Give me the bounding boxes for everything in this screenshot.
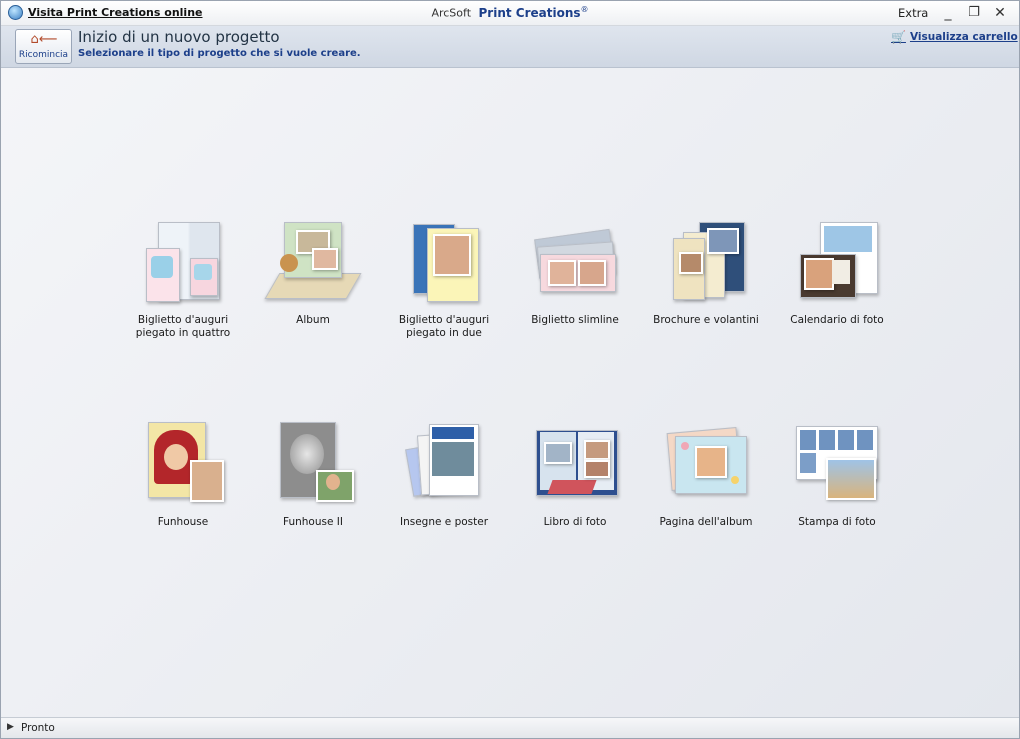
project-label-line1: Biglietto d'auguri xyxy=(137,314,229,326)
project-label-line1: Insegne e poster xyxy=(399,516,489,528)
project-label-line1: Stampa di foto xyxy=(798,516,876,528)
project-tile-funhouse-ii[interactable]: Funhouse II xyxy=(248,420,378,529)
project-label-line1: Libro di foto xyxy=(543,516,607,528)
brochure-icon xyxy=(661,218,751,308)
project-label-line1: Brochure e volantini xyxy=(653,314,759,326)
project-tile-funhouse[interactable]: Funhouse xyxy=(118,420,248,529)
close-button[interactable]: ✕ xyxy=(991,4,1009,22)
project-tile-photo-prints[interactable]: Stampa di foto xyxy=(772,420,902,529)
status-text: Pronto xyxy=(21,722,55,734)
project-tile-brochure[interactable]: Brochure e volantini xyxy=(641,218,771,327)
app-name: Print Creations xyxy=(478,5,581,20)
photo-book-icon xyxy=(530,420,620,510)
half-fold-card-icon xyxy=(399,218,489,308)
minimize-button[interactable]: _ xyxy=(939,4,957,22)
cart-icon: 🛒 xyxy=(891,30,906,44)
project-gallery: Biglietto d'auguri piegato in quattro Al… xyxy=(1,68,1019,717)
status-bar: ▶ Pronto xyxy=(1,717,1019,738)
album-page-icon xyxy=(661,420,751,510)
page-header: ⌂⟵ Ricomincia Inizio di un nuovo progett… xyxy=(1,26,1019,68)
project-tile-slimline-card[interactable]: Biglietto slimline xyxy=(510,218,640,327)
project-label-line1: Funhouse xyxy=(157,516,209,528)
photo-calendar-icon xyxy=(792,218,882,308)
restart-label: Ricomincia xyxy=(18,50,69,60)
project-label-line2: piegato in due xyxy=(406,327,482,339)
app-vendor: ArcSoft xyxy=(431,6,472,20)
project-label-line1: Funhouse II xyxy=(283,516,343,528)
signs-posters-icon xyxy=(399,420,489,510)
project-tile-photo-book[interactable]: Libro di foto xyxy=(510,420,640,529)
project-tile-album-page[interactable]: Pagina dell'album xyxy=(641,420,771,529)
slimline-card-icon xyxy=(530,218,620,308)
quarter-fold-card-icon xyxy=(138,218,228,308)
project-label-line1: Calendario di foto xyxy=(790,314,884,326)
restart-button[interactable]: ⌂⟵ Ricomincia xyxy=(15,29,72,64)
project-tile-signs-posters[interactable]: Insegne e poster xyxy=(379,420,509,529)
title-bar: Visita Print Creations online ArcSoft Pr… xyxy=(1,1,1019,26)
page-title: Inizio di un nuovo progetto xyxy=(78,28,280,46)
project-label-line1: Biglietto d'auguri xyxy=(398,314,490,326)
album-icon xyxy=(264,218,362,308)
restore-button[interactable]: ❐ xyxy=(965,4,983,22)
project-label-line1: Biglietto slimline xyxy=(531,314,619,326)
project-label-line1: Pagina dell'album xyxy=(659,516,753,528)
view-cart-label: Visualizza carrello xyxy=(909,31,1018,43)
expand-arrow-icon[interactable]: ▶ xyxy=(7,722,14,732)
photo-prints-icon xyxy=(792,420,882,510)
project-tile-half-fold-card[interactable]: Biglietto d'auguri piegato in due xyxy=(379,218,509,340)
project-tile-photo-calendar[interactable]: Calendario di foto xyxy=(772,218,902,327)
project-tile-quarter-fold-card[interactable]: Biglietto d'auguri piegato in quattro xyxy=(118,218,248,340)
funhouse-ii-icon xyxy=(268,420,358,510)
view-cart-link[interactable]: 🛒 Visualizza carrello xyxy=(891,30,1018,44)
project-label-line1: Album xyxy=(296,314,330,326)
app-title: ArcSoft Print Creations® xyxy=(1,5,1019,20)
project-tile-album[interactable]: Album xyxy=(248,218,378,327)
home-back-icon: ⌂⟵ xyxy=(30,32,58,47)
app-window: Visita Print Creations online ArcSoft Pr… xyxy=(0,0,1020,739)
funhouse-icon xyxy=(138,420,228,510)
page-subtitle: Selezionare il tipo di progetto che si v… xyxy=(78,48,361,59)
project-label-line2: piegato in quattro xyxy=(135,327,231,339)
extra-menu[interactable]: Extra xyxy=(898,6,928,20)
registered-mark: ® xyxy=(580,5,589,14)
